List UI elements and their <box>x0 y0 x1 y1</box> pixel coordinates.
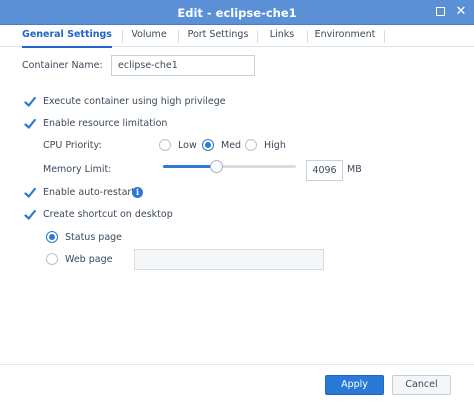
resource-limitation-checkbox[interactable] <box>24 118 36 130</box>
container-name-input[interactable]: eclipse-che1 <box>111 55 255 76</box>
memory-limit-label: Memory Limit: <box>43 164 112 175</box>
cpu-priority-med-radio[interactable] <box>202 139 214 151</box>
shortcut-web-page-label: Web page <box>65 254 113 265</box>
auto-restart-label: Enable auto-restart <box>43 187 136 198</box>
tab-bar: General Settings Volume Port Settings Li… <box>0 25 474 48</box>
tab-separator <box>122 30 123 43</box>
web-page-input[interactable] <box>134 249 324 270</box>
memory-limit-slider[interactable] <box>163 160 296 173</box>
tab-separator <box>178 30 179 43</box>
cancel-button[interactable]: Cancel <box>392 375 451 395</box>
memory-limit-input[interactable]: 4096 <box>306 160 343 181</box>
cpu-priority-high-label: High <box>264 140 286 151</box>
maximize-button[interactable] <box>432 4 448 20</box>
cpu-priority-low-label: Low <box>178 140 197 151</box>
create-shortcut-label: Create shortcut on desktop <box>43 209 173 220</box>
shortcut-status-page-label: Status page <box>65 232 123 243</box>
tab-general-settings[interactable]: General Settings <box>22 29 112 48</box>
auto-restart-checkbox[interactable] <box>24 187 36 199</box>
dialog-footer: Apply Cancel <box>0 364 474 402</box>
info-icon[interactable]: i <box>132 187 143 198</box>
high-privilege-checkbox[interactable] <box>24 96 36 108</box>
resource-limitation-label: Enable resource limitation <box>43 118 168 129</box>
dialog-title: Edit - eclipse-che1 <box>177 6 297 20</box>
tab-separator <box>307 30 308 43</box>
edit-container-dialog: Edit - eclipse-che1 ✕ General Settings V… <box>0 0 474 402</box>
cpu-priority-high-radio[interactable] <box>245 139 257 151</box>
memory-limit-slider-fill <box>163 165 217 168</box>
tab-separator <box>257 30 258 43</box>
shortcut-web-page-radio[interactable] <box>46 253 58 265</box>
tab-separator <box>384 30 385 43</box>
tab-volume[interactable]: Volume <box>128 29 170 47</box>
tab-port-settings[interactable]: Port Settings <box>186 29 250 47</box>
container-name-label: Container Name: <box>22 60 103 71</box>
maximize-icon <box>435 7 445 16</box>
memory-limit-slider-handle[interactable] <box>210 160 224 173</box>
tab-links[interactable]: Links <box>264 29 300 47</box>
shortcut-status-page-radio[interactable] <box>46 231 58 243</box>
title-bar[interactable]: Edit - eclipse-che1 ✕ <box>0 0 474 25</box>
high-privilege-label: Execute container using high privilege <box>43 96 226 107</box>
cpu-priority-label: CPU Priority: <box>43 140 102 151</box>
create-shortcut-checkbox[interactable] <box>24 209 36 221</box>
tab-environment[interactable]: Environment <box>314 29 376 47</box>
cpu-priority-low-radio[interactable] <box>159 139 171 151</box>
cpu-priority-med-label: Med <box>221 140 242 151</box>
memory-limit-unit: MB <box>347 164 362 175</box>
close-button[interactable]: ✕ <box>453 4 469 20</box>
close-icon: ✕ <box>455 4 467 19</box>
apply-button[interactable]: Apply <box>325 375 384 395</box>
